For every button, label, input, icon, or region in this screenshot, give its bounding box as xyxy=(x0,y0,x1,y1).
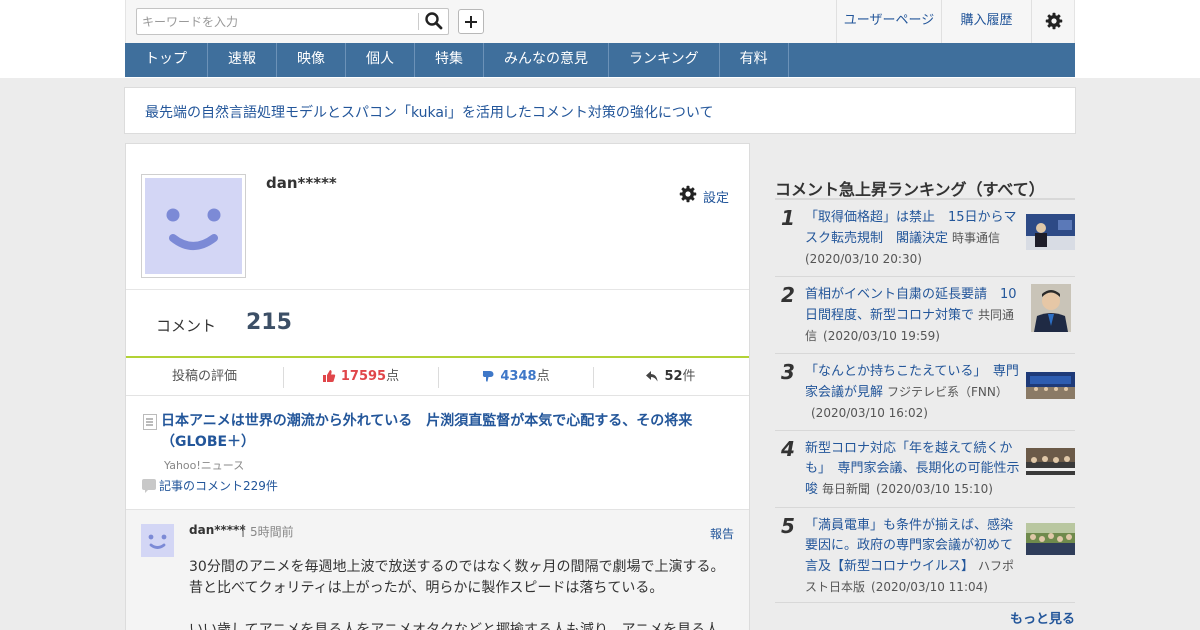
purchase-history-link[interactable]: 購入履歴 xyxy=(941,0,1031,43)
notice-banner: 最先端の自然言語処理モデルとスパコン「kukai」を活用したコメント対策の強化に… xyxy=(124,87,1076,134)
article-comments-link[interactable]: 記事のコメント229件 xyxy=(159,477,278,494)
bad-count: 4348 xyxy=(500,369,537,384)
gear-icon xyxy=(1045,12,1063,30)
ranking-source: 時事通信 xyxy=(952,231,1001,245)
ranking-number: 2 xyxy=(781,283,795,307)
divider xyxy=(126,289,749,290)
bad-evaluation: 4348点 xyxy=(438,358,593,396)
avatar xyxy=(141,174,246,278)
ranking-date: (2020/03/10 16:02) xyxy=(811,406,928,420)
news-thumbnail[interactable] xyxy=(1026,523,1075,555)
thumbs-down-icon xyxy=(483,371,494,382)
notice-link[interactable]: 最先端の自然言語処理モデルとスパコン「kukai」を活用したコメント対策の強化に… xyxy=(145,102,713,122)
settings-button[interactable] xyxy=(1031,0,1075,43)
ranking-item[interactable]: 3 「なんとか持ちこたえている」 専門家会議が見解 フジテレビ系（FNN）(202… xyxy=(775,354,1075,431)
comment-item: dan***** | 5時間前 報告 30分間のアニメを毎週地上波で放送するので… xyxy=(126,509,749,630)
good-unit: 点 xyxy=(386,369,400,384)
nav-item-opinions[interactable]: みんなの意見 xyxy=(484,43,609,77)
smiley-icon xyxy=(148,534,167,549)
comment-body: 30分間のアニメを毎週地上波で放送するのではなく数ヶ月の間隔で劇場で上演する。 … xyxy=(189,557,734,630)
thumbs-up-icon xyxy=(322,370,336,382)
comment-count: 215 xyxy=(246,310,292,335)
ranking-text: 新型コロナ対応「年を越えて続くかも」 専門家会議、長期化の可能性示唆 毎日新聞 (2… xyxy=(805,439,1020,500)
ranking-source: フジテレビ系（FNN） xyxy=(887,385,1008,399)
comment-line: 昔と比べてクォリティは上がったが、明らかに製作スピードは落ちている。 xyxy=(189,580,664,596)
ranking-date: (2020/03/10 20:30) xyxy=(805,252,922,266)
nav-item-top[interactable]: トップ xyxy=(125,43,208,77)
ranking-title: コメント急上昇ランキング（すべて） xyxy=(775,180,1045,199)
ranking-item[interactable]: 4 新型コロナ対応「年を越えて続くかも」 専門家会議、長期化の可能性示唆 毎日新聞… xyxy=(775,431,1075,508)
report-link[interactable]: 報告 xyxy=(710,525,734,542)
reply-count: 52 xyxy=(664,369,683,384)
comment-count-label: コメント xyxy=(156,317,217,335)
news-thumbnail[interactable] xyxy=(1031,284,1071,332)
user-page-link[interactable]: ユーザーページ xyxy=(836,0,941,43)
settings-label: 設定 xyxy=(703,191,730,206)
comment-username[interactable]: dan***** xyxy=(189,523,246,537)
ranking-date: (2020/03/10 19:59) xyxy=(823,329,940,343)
profile-settings-link[interactable]: 設定 xyxy=(679,185,734,206)
profile-panel: dan***** 設定 コメント 215 投稿の評価 17595点 4348点 … xyxy=(125,143,750,630)
nav-item-ranking[interactable]: ランキング xyxy=(609,43,720,77)
main-nav: トップ 速報 映像 個人 特集 みんなの意見 ランキング 有料 xyxy=(125,43,1075,77)
nav-item-features[interactable]: 特集 xyxy=(415,43,484,77)
good-evaluation: 17595点 xyxy=(283,358,438,396)
avatar-face xyxy=(145,178,242,274)
search-button[interactable] xyxy=(424,11,444,31)
nav-item-paid[interactable]: 有料 xyxy=(720,43,789,77)
header-bar: ユーザーページ 購入履歴 xyxy=(125,0,1075,43)
search-input[interactable] xyxy=(137,9,417,34)
article-source: Yahoo!ニュース xyxy=(164,459,245,472)
profile-username: dan***** xyxy=(266,174,337,192)
ranking-number: 3 xyxy=(781,360,795,384)
ranking-source: 毎日新聞 xyxy=(822,482,871,496)
ranking-more-link[interactable]: もっと見る xyxy=(1010,608,1075,627)
ranking-text: 「満員電車」も条件が揃えば、感染要因に。政府の専門家会議が初めて言及【新型コロナ… xyxy=(805,516,1020,598)
comment-line: 30分間のアニメを毎週地上波で放送するのではなく数ヶ月の間隔で劇場で上演する。 xyxy=(189,559,725,575)
comment-avatar xyxy=(141,524,174,557)
ranking-number: 5 xyxy=(781,514,795,538)
ranking-date: (2020/03/10 15:10) xyxy=(876,482,993,496)
gear-icon xyxy=(679,185,697,203)
ranking-number: 4 xyxy=(781,437,795,461)
search-icon xyxy=(425,12,443,30)
reply-count-cell: 52件 xyxy=(593,358,748,396)
reply-icon xyxy=(646,371,658,382)
reply-unit: 件 xyxy=(682,369,696,384)
news-thumbnail[interactable] xyxy=(1026,372,1075,399)
comment-time: 5時間前 xyxy=(250,525,294,539)
ranking-text: 首相がイベント自粛の延長要請 10日間程度、新型コロナ対策で 共同通信 (2020/… xyxy=(805,285,1020,347)
evaluation-row: 投稿の評価 17595点 4348点 52件 xyxy=(126,358,749,396)
ranking-number: 1 xyxy=(781,206,795,230)
nav-item-video[interactable]: 映像 xyxy=(277,43,346,77)
ranking-text: 「なんとか持ちこたえている」 専門家会議が見解 フジテレビ系（FNN）(2020/… xyxy=(805,362,1020,424)
comment-line: いい歳してアニメを見る人をアニメオタクなどと揶揄する人も減り、アニメを見る人 xyxy=(189,622,720,630)
smiley-icon xyxy=(166,208,221,250)
add-button[interactable] xyxy=(458,9,484,34)
ranking-text: 「取得価格超」は禁止 15日からマスク転売規制 閣議決定 時事通信 (2020/03… xyxy=(805,208,1020,270)
evaluation-label: 投稿の評価 xyxy=(171,369,237,384)
article-icon xyxy=(143,414,157,430)
search-divider xyxy=(418,13,419,30)
news-thumbnail[interactable] xyxy=(1026,448,1075,475)
comment-bubble-icon xyxy=(142,479,156,493)
ranking-item[interactable]: 2 首相がイベント自粛の延長要請 10日間程度、新型コロナ対策で 共同通信 (202… xyxy=(775,277,1075,354)
bad-unit: 点 xyxy=(536,369,550,384)
ranking-date: (2020/03/10 11:04) xyxy=(871,580,988,594)
news-thumbnail[interactable] xyxy=(1026,214,1075,250)
good-count: 17595 xyxy=(340,369,387,384)
article-title-link[interactable]: 日本アニメは世界の潮流から外れている 片渕須直監督が本気で心配する、その将来（G… xyxy=(161,411,736,453)
search-box xyxy=(136,8,449,35)
comment-meta-separator: | xyxy=(241,523,246,537)
ranking-item[interactable]: 5 「満員電車」も条件が揃えば、感染要因に。政府の専門家会議が初めて言及【新型コ… xyxy=(775,508,1075,603)
nav-item-personal[interactable]: 個人 xyxy=(346,43,415,77)
ranking-item[interactable]: 1 「取得価格超」は禁止 15日からマスク転売規制 閣議決定 時事通信 (2020/… xyxy=(775,200,1075,277)
nav-item-breaking[interactable]: 速報 xyxy=(208,43,277,77)
